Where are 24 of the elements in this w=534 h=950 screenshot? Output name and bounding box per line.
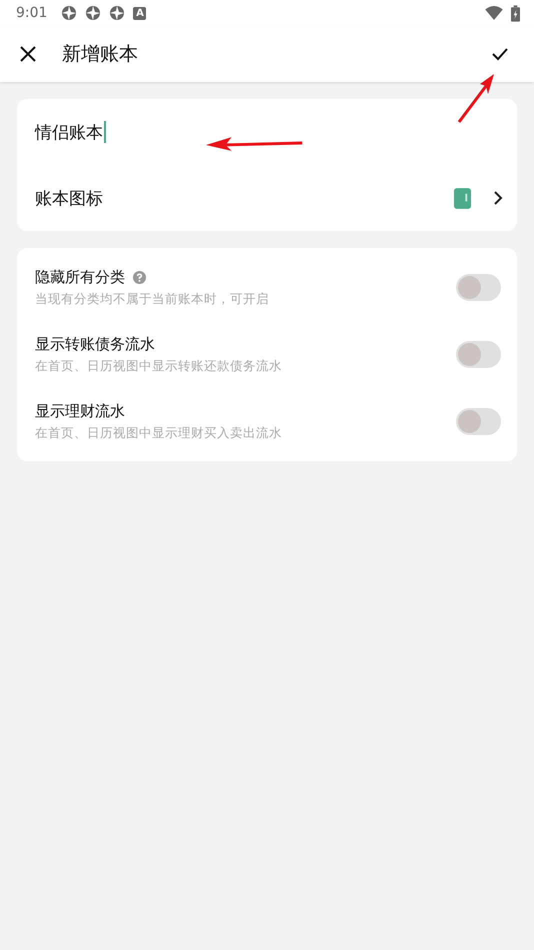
chevron-right-icon (493, 190, 503, 206)
annotation-arrow-drawing (456, 72, 496, 124)
setting-title: 显示理财流水 (35, 402, 125, 420)
battery-icon (511, 4, 520, 22)
setting-title: 显示转账债务流水 (35, 334, 155, 354)
wifi-icon (485, 6, 503, 20)
book-icon-row[interactable]: 账本图标 (17, 165, 517, 231)
aperture-icon (109, 5, 126, 21)
aperture-icon (61, 5, 78, 21)
notification-badge: A (133, 6, 146, 20)
toggle-switch[interactable] (456, 341, 501, 368)
setting-description: 当现有分类均不属于当前账本时，可开启 (35, 290, 270, 308)
toggle-switch[interactable] (456, 408, 501, 435)
setting-title: 隐藏所有分类 (35, 268, 125, 286)
book-icon (454, 188, 471, 208)
book-name-field[interactable]: 情侣账本 (35, 120, 106, 144)
close-icon (18, 44, 38, 64)
aperture-icon (85, 5, 102, 21)
help-icon[interactable] (133, 270, 146, 284)
toggle-switch[interactable] (456, 274, 501, 301)
setting-description: 在首页、日历视图中显示理财买入卖出流水 (35, 424, 283, 442)
setting-description: 在首页、日历视图中显示转账还款债务流水 (35, 358, 283, 374)
status-time: 9:01 (16, 5, 48, 21)
page-title: 新增账本 (62, 42, 138, 67)
